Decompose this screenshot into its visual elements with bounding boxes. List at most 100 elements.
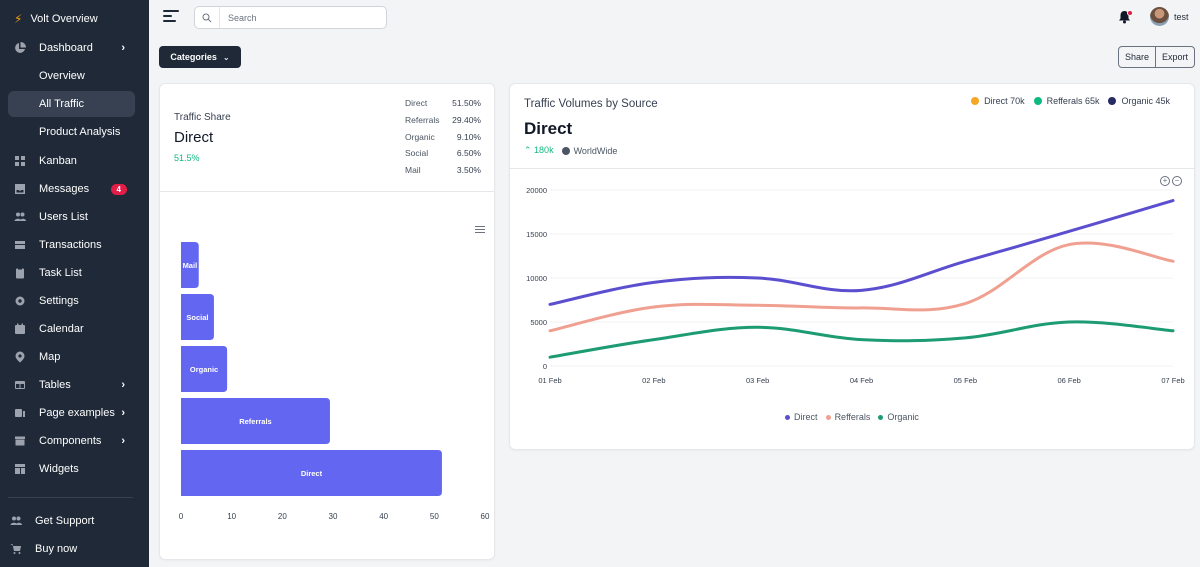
share-export-group: Share Export (1118, 46, 1196, 68)
sidebar-item-page-examples[interactable]: Page examples › (8, 400, 135, 426)
sidebar-item-label: Dashboard (39, 42, 93, 54)
y-tick-label: 15000 (526, 230, 547, 239)
bar-label: Mail (183, 261, 198, 270)
brand-link[interactable]: ⚡ Volt Overview (14, 12, 98, 26)
share-row: Social 6.50% (405, 145, 481, 162)
y-tick-label: 20000 (526, 186, 547, 195)
series-line-direct[interactable] (548, 199, 1175, 306)
legend-dot (1033, 97, 1042, 105)
legend-dot (878, 414, 884, 420)
chevron-right-icon: › (121, 42, 125, 54)
chart-pie-icon (13, 41, 27, 55)
traffic-volumes-card: Traffic Volumes by Source Direct ⌃ 180k … (509, 83, 1195, 450)
sidebar-item-label: All Traffic (39, 98, 85, 110)
x-tick-label: 05 Feb (954, 376, 977, 385)
summary-legend: Direct 70k Refferals 65k Organic 45k (962, 96, 1170, 106)
notification-dot (1127, 10, 1133, 16)
traffic-volumes-header: Traffic Volumes by Source Direct ⌃ 180k … (510, 84, 1194, 169)
globe-icon (561, 146, 570, 155)
sidebar-item-messages[interactable]: Messages 4 (8, 176, 135, 202)
table-icon (13, 378, 27, 392)
traffic-share-title: Direct (174, 129, 214, 146)
sidebar-item-users-list[interactable]: Users List (8, 204, 135, 230)
legend-dot (825, 414, 831, 420)
traffic-share-subtitle: Traffic Share (174, 112, 231, 123)
search-bar (194, 6, 387, 29)
sidebar-item-kanban[interactable]: Kanban (8, 148, 135, 174)
chevron-right-icon: › (121, 435, 125, 447)
sidebar-item-label: Task List (39, 267, 82, 279)
categories-dropdown-button[interactable]: Categories ⌄ (159, 46, 241, 68)
share-row-value: 9.10% (456, 131, 481, 142)
sidebar-item-overview[interactable]: Overview (8, 63, 135, 89)
series-line-organic[interactable] (548, 320, 1175, 359)
share-row-value: 3.50% (456, 165, 481, 176)
traffic-share-bar-chart: Mail Social Organic Referrals Direct 0 10 20 30 4… (179, 242, 490, 521)
y-tick-label: 5000 (530, 318, 547, 327)
legend-item-direct[interactable]: Direct (785, 412, 818, 422)
sidebar-item-calendar[interactable]: Calendar (8, 316, 135, 342)
summary-legend-label: Direct 70k (984, 96, 1025, 106)
sidebar-item-label: Buy now (35, 543, 78, 555)
x-tick-label: 30 (329, 512, 338, 521)
sidebar-item-label: Calendar (39, 323, 84, 335)
sidebar-item-label: Settings (39, 295, 79, 307)
sidebar-item-tables[interactable]: Tables › (8, 372, 135, 398)
share-button[interactable]: Share (1119, 47, 1155, 67)
share-row-value: 29.40% (452, 115, 481, 126)
sidebar-item-label: Map (39, 351, 61, 363)
sidebar-item-dashboard[interactable]: Dashboard › (8, 35, 135, 61)
chevron-right-icon: › (121, 379, 125, 391)
search-input[interactable] (220, 12, 380, 23)
summary-legend-item: Direct 70k (971, 96, 1025, 106)
sidebar-item-map[interactable]: Map (8, 344, 135, 370)
search-icon (195, 7, 220, 28)
sidebar-item-get-support[interactable]: Get Support (4, 508, 131, 534)
traffic-share-percent: 51.5% (174, 153, 200, 163)
sidebar-item-settings[interactable]: Settings (8, 288, 135, 314)
location-marker-icon (13, 350, 27, 364)
sidebar-toggle-button[interactable] (163, 10, 179, 24)
categories-label: Categories (170, 52, 217, 62)
y-tick-label: 0 (543, 362, 547, 371)
bar-label: Direct (301, 469, 323, 478)
sidebar-item-transactions[interactable]: Transactions (8, 232, 135, 258)
series-line-refferals[interactable] (548, 241, 1175, 333)
sidebar-item-label: Get Support (35, 515, 95, 527)
export-button[interactable]: Export (1155, 47, 1194, 67)
x-tick-label: 06 Feb (1057, 376, 1080, 385)
user-avatar[interactable] (1150, 7, 1169, 26)
share-row: Referrals 29.40% (405, 112, 481, 129)
sidebar-item-product-analysis[interactable]: Product Analysis (8, 119, 135, 145)
traffic-volumes-meta: ⌃ 180k WorldWide (524, 145, 617, 156)
share-row-label: Referrals (405, 115, 440, 126)
legend-item-refferals[interactable]: Refferals (825, 412, 870, 422)
sidebar-item-label: Product Analysis (39, 126, 121, 138)
x-tick-label: 03 Feb (746, 376, 769, 385)
line-chart-legend: Direct Refferals Organic (510, 412, 1194, 422)
arrow-up-icon: ⌃ (524, 145, 535, 155)
share-row: Organic 9.10% (405, 128, 481, 145)
sidebar-item-buy-now[interactable]: Buy now (4, 536, 131, 562)
sidebar-item-components[interactable]: Components › (8, 428, 135, 454)
region-label: WorldWide (573, 145, 618, 156)
traffic-volumes-line-chart: 0 5000 10000 15000 20000 01 Feb 02 Feb 03 Feb 04… (526, 186, 1185, 385)
traffic-volumes-subtitle: Traffic Volumes by Source (524, 98, 658, 110)
sidebar-item-task-list[interactable]: Task List (8, 260, 135, 286)
sidebar: ⚡ Volt Overview Dashboard › Overview All Tr… (0, 0, 149, 567)
user-name[interactable]: test (1174, 12, 1189, 22)
summary-legend-label: Refferals 65k (1046, 96, 1100, 106)
legend-label: Direct (794, 412, 818, 422)
chevron-down-icon: ⌄ (222, 52, 230, 62)
legend-item-organic[interactable]: Organic (878, 412, 919, 422)
sidebar-item-all-traffic[interactable]: All Traffic (8, 91, 135, 117)
x-tick-label: 20 (278, 512, 287, 521)
bar-label: Referrals (239, 417, 272, 426)
x-tick-label: 50 (430, 512, 439, 521)
share-row-label: Direct (405, 98, 428, 109)
archive-icon (13, 434, 27, 448)
sidebar-item-label: Overview (39, 70, 85, 82)
support-icon (9, 514, 23, 528)
sidebar-item-widgets[interactable]: Widgets (8, 456, 135, 482)
traffic-volumes-title: Direct (524, 119, 573, 138)
